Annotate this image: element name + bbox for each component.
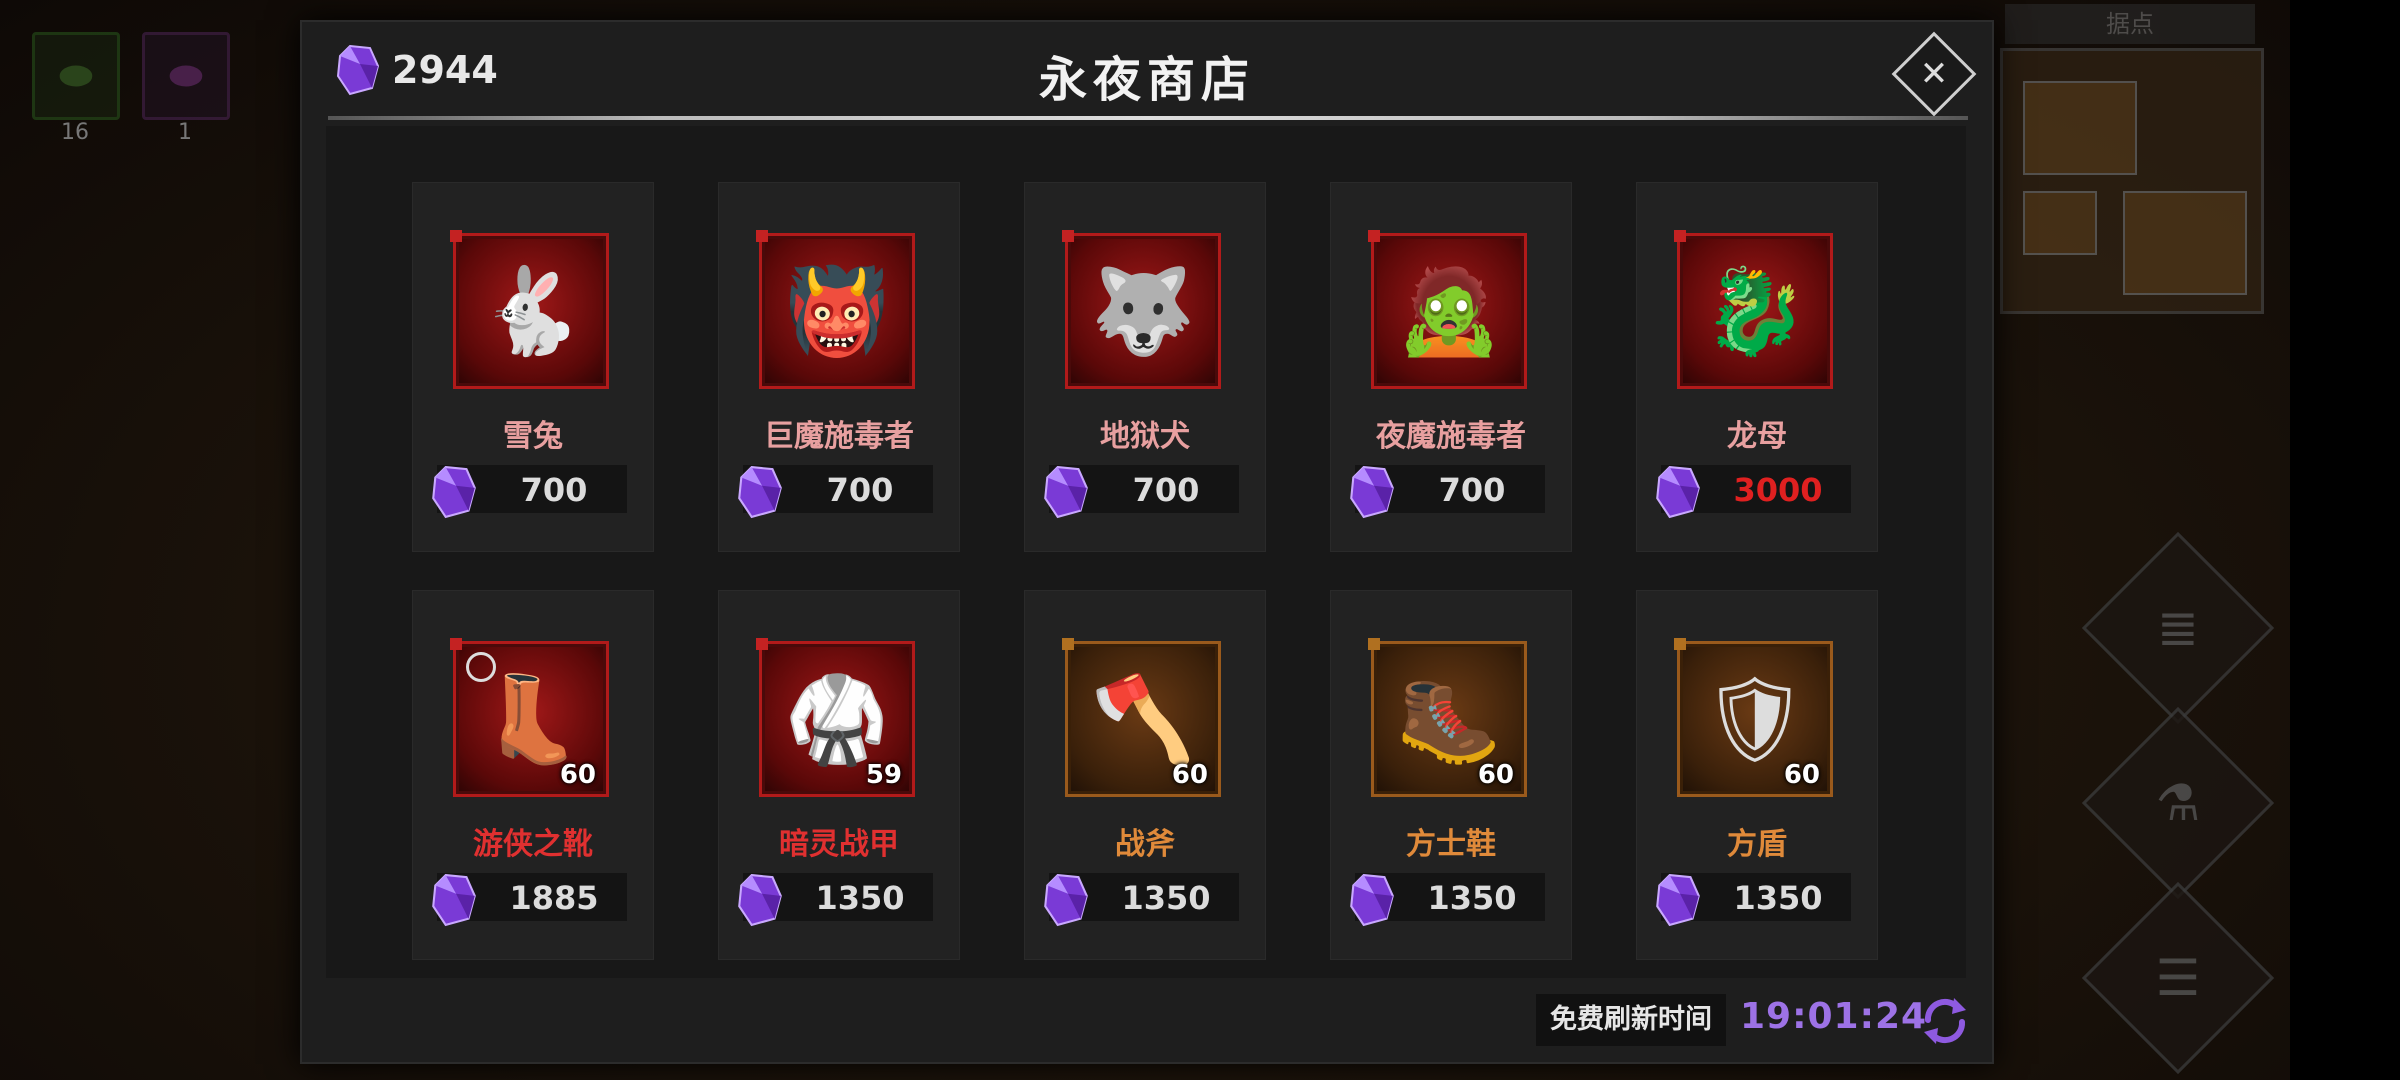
refresh-icon[interactable]: [1918, 994, 1972, 1048]
shop-header: 2944 永夜商店 ✕: [302, 22, 1992, 122]
green-pouch-icon: ⬬: [58, 53, 94, 99]
purple-gem-icon: [1349, 873, 1395, 931]
item-art-icon: 🐇: [478, 262, 584, 360]
inventory-slot-purple[interactable]: ⬬: [142, 32, 230, 120]
close-icon: ✕: [1919, 54, 1949, 94]
item-portrait: 🥋 59: [756, 638, 915, 797]
inventory-count-green: 16: [61, 120, 89, 145]
purple-gem-icon: [431, 465, 477, 523]
inventory-slot-green[interactable]: ⬬: [32, 32, 120, 120]
price-tag: 700: [432, 465, 627, 519]
purple-gem-icon: [1655, 465, 1701, 523]
item-price: 3000: [1733, 471, 1823, 509]
purple-gem-icon: [1349, 465, 1395, 523]
purple-gem-icon: [1043, 465, 1089, 523]
inventory-count-purple: 1: [178, 120, 192, 145]
free-refresh-label: 免费刷新时间: [1536, 994, 1726, 1046]
shop-item-card[interactable]: 🐇 雪兔 700: [412, 182, 654, 552]
purple-gem-icon: [431, 873, 477, 931]
item-level: 60: [559, 760, 596, 790]
item-level: 59: [865, 760, 902, 790]
item-art-icon: 🐺: [1090, 262, 1196, 360]
item-portrait: 🧟: [1368, 230, 1527, 389]
refresh-timer: 19:01:24: [1740, 996, 1928, 1037]
item-level: 60: [1477, 760, 1514, 790]
purple-gem-icon: [737, 465, 783, 523]
shop-item-card[interactable]: 🥋 59 暗灵战甲 1350: [718, 590, 960, 960]
item-name: 夜魔施毒者: [1376, 419, 1526, 454]
price-tag: 1350: [1350, 873, 1545, 927]
item-portrait: 👹: [756, 230, 915, 389]
shop-item-card[interactable]: 🐺 地狱犬 700: [1024, 182, 1266, 552]
item-price: 1350: [1733, 879, 1823, 917]
item-price: 1350: [1121, 879, 1211, 917]
minimap-label: 据点: [2005, 4, 2255, 44]
purple-gem-icon: [1043, 873, 1089, 931]
item-name: 龙母: [1727, 419, 1787, 454]
item-art-icon: 👹: [784, 262, 890, 360]
menu-button[interactable]: ☰: [2081, 881, 2275, 1075]
item-portrait: 🛡 60: [1674, 638, 1833, 797]
shop-item-card[interactable]: 🐉 龙母 3000: [1636, 182, 1878, 552]
quest-scroll-button[interactable]: ≣: [2081, 531, 2275, 725]
purple-pouch-icon: ⬬: [168, 53, 204, 99]
shop-panel: 2944 永夜商店 ✕ 🐇 雪兔 700 👹 巨魔施毒者 700 🐺 地狱犬 700 🧟 夜魔施毒者…: [300, 20, 1994, 1064]
price-tag: 1350: [1656, 873, 1851, 927]
item-name: 雪兔: [503, 419, 563, 454]
header-divider: [328, 116, 1968, 120]
purple-gem-icon: [1655, 873, 1701, 931]
item-art-icon: 🪓: [1090, 670, 1196, 768]
price-tag: 1350: [738, 873, 933, 927]
item-name: 方士鞋: [1406, 827, 1496, 862]
shop-item-card[interactable]: 🧟 夜魔施毒者 700: [1330, 182, 1572, 552]
minimap[interactable]: [2000, 48, 2264, 314]
item-art-icon: 🥾: [1396, 670, 1502, 768]
item-grid: 🐇 雪兔 700 👹 巨魔施毒者 700 🐺 地狱犬 700 🧟 夜魔施毒者 700 🐉 龙母 3000 👢 6…: [326, 126, 1966, 978]
item-art-icon: 👢: [478, 670, 584, 768]
item-name: 地狱犬: [1100, 419, 1190, 454]
item-art-icon: 🐉: [1702, 262, 1808, 360]
price-tag: 700: [1044, 465, 1239, 519]
shop-item-card[interactable]: 🪓 60 战斧 1350: [1024, 590, 1266, 960]
item-price: 700: [520, 471, 588, 509]
item-portrait: 👢 60: [450, 638, 609, 797]
item-portrait: 🐉: [1674, 230, 1833, 389]
scroll-icon: ≣: [2157, 599, 2199, 657]
item-price: 1350: [815, 879, 905, 917]
item-portrait: 🐇: [450, 230, 609, 389]
item-portrait: 🥾 60: [1368, 638, 1527, 797]
item-art-icon: 🥋: [784, 670, 890, 768]
item-name: 游侠之靴: [473, 827, 593, 862]
purple-gem-icon: [737, 873, 783, 931]
item-portrait: 🐺: [1062, 230, 1221, 389]
shop-item-card[interactable]: 👢 60 游侠之靴 1885: [412, 590, 654, 960]
item-name: 巨魔施毒者: [764, 419, 914, 454]
item-name: 战斧: [1115, 827, 1175, 862]
item-price: 700: [1438, 471, 1506, 509]
item-price: 700: [1132, 471, 1200, 509]
item-price: 1350: [1427, 879, 1517, 917]
item-level: 60: [1783, 760, 1820, 790]
item-art-icon: 🧟: [1396, 262, 1502, 360]
shop-item-card[interactable]: 🥾 60 方士鞋 1350: [1330, 590, 1572, 960]
item-name: 方盾: [1727, 827, 1787, 862]
potion-icon: ⚗: [2155, 774, 2201, 832]
shop-item-card[interactable]: 👹 巨魔施毒者 700: [718, 182, 960, 552]
item-price: 700: [826, 471, 894, 509]
price-tag: 700: [738, 465, 933, 519]
item-art-icon: 🛡: [1701, 670, 1809, 768]
item-portrait: 🪓 60: [1062, 638, 1221, 797]
potion-button[interactable]: ⚗: [2081, 706, 2275, 900]
price-tag: 1885: [432, 873, 627, 927]
menu-list-icon: ☰: [2155, 949, 2201, 1007]
item-level: 60: [1171, 760, 1208, 790]
price-tag: 1350: [1044, 873, 1239, 927]
price-tag: 700: [1350, 465, 1545, 519]
item-price: 1885: [509, 879, 599, 917]
price-tag: 3000: [1656, 465, 1851, 519]
shop-title: 永夜商店: [1038, 52, 1255, 108]
item-name: 暗灵战甲: [779, 827, 899, 862]
shop-item-card[interactable]: 🛡 60 方盾 1350: [1636, 590, 1878, 960]
